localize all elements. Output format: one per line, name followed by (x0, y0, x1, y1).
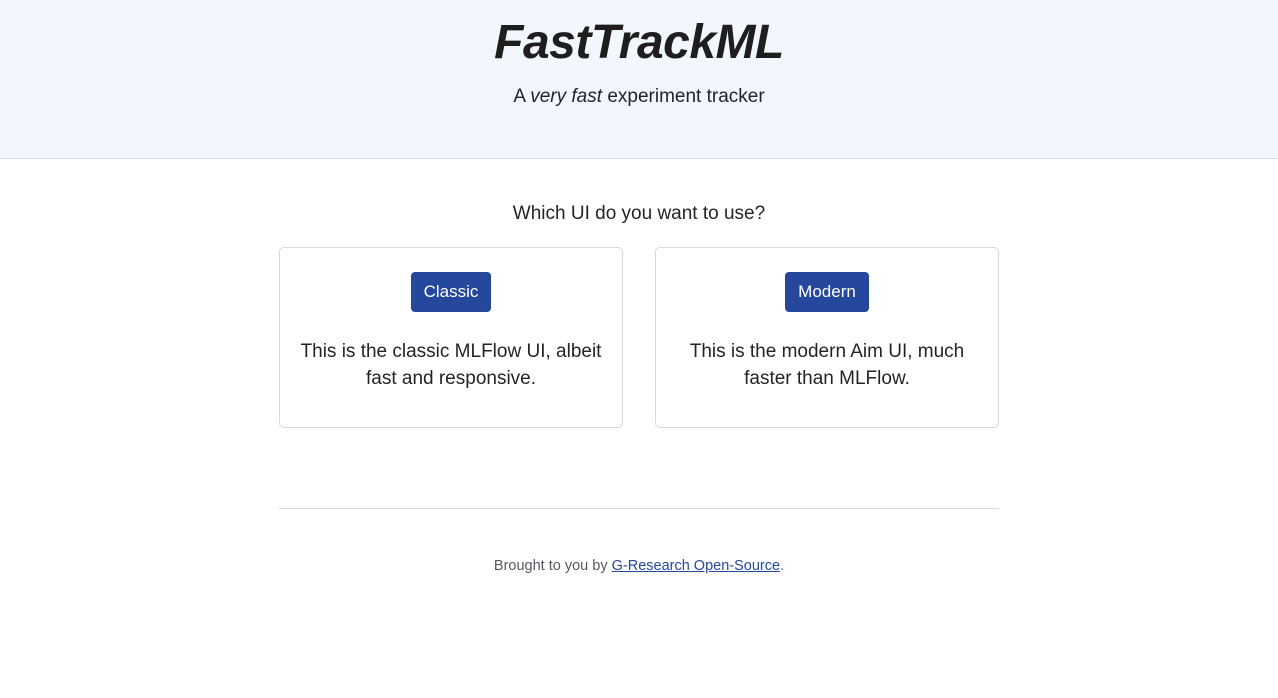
app-title: FastTrackML (494, 16, 784, 69)
ui-choice-question: Which UI do you want to use? (512, 203, 766, 224)
footer-divider (279, 508, 999, 509)
tagline-suffix: experiment tracker (602, 86, 765, 107)
classic-ui-button[interactable]: Classic (411, 272, 491, 312)
app-tagline: A very fast experiment tracker (0, 85, 1278, 109)
modern-ui-description: This is the modern Aim UI, much faster t… (689, 341, 965, 389)
tagline-emphasis: very fast (530, 86, 603, 107)
hero-header: FastTrackML A very fast experiment track… (0, 0, 1278, 159)
modern-ui-card: Modern This is the modern Aim UI, much f… (655, 247, 999, 428)
footer: Brought to you by G-Research Open-Source… (0, 556, 1278, 576)
tagline-prefix: A (513, 86, 531, 107)
modern-ui-button[interactable]: Modern (785, 272, 869, 312)
footer-suffix: . (780, 558, 785, 574)
footer-prefix: Brought to you by (493, 558, 612, 574)
g-research-link[interactable]: G-Research Open-Source (612, 558, 780, 574)
classic-ui-card: Classic This is the classic MLFlow UI, a… (279, 247, 623, 428)
classic-ui-description: This is the classic MLFlow UI, albeit fa… (300, 341, 602, 389)
